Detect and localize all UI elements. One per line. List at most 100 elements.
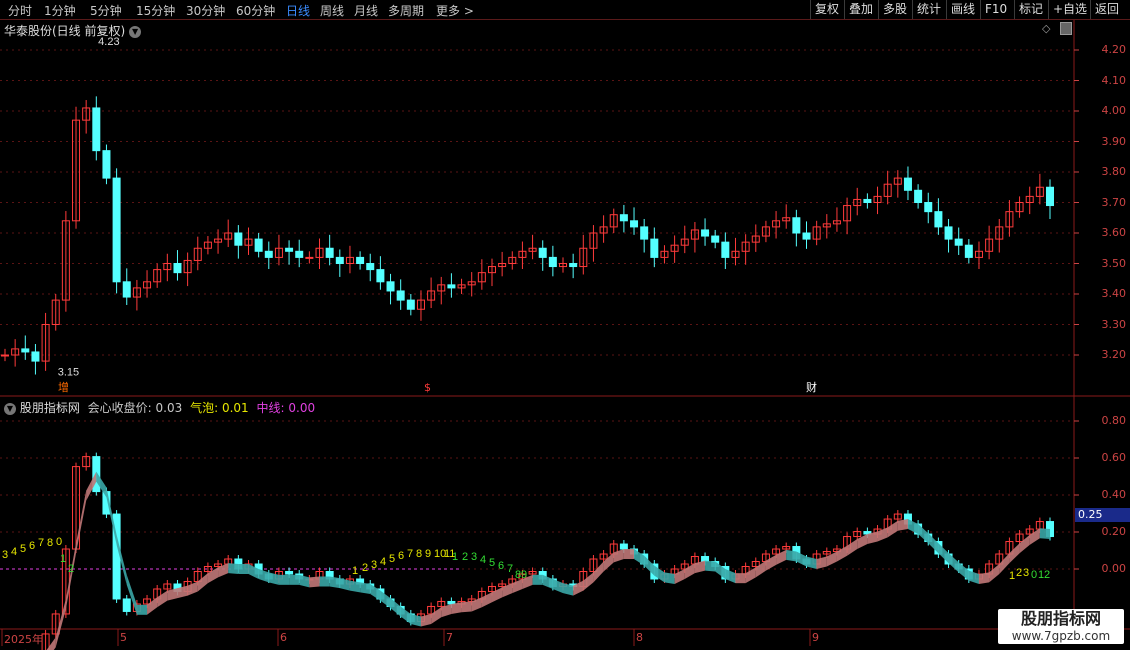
sequence-number: 4: [380, 556, 386, 568]
ribbon-segment: [654, 565, 665, 583]
ribbon-segment: [512, 578, 523, 594]
indicator-body: [122, 598, 131, 612]
sequence-number: 5: [489, 557, 495, 569]
ribbon-segment: [218, 563, 229, 578]
candle-body: [305, 256, 314, 259]
ribbon-segment: [46, 637, 56, 650]
sequence-number: 1: [452, 551, 458, 563]
candle-body: [254, 238, 263, 252]
ribbon-segment: [55, 598, 66, 648]
date-tick-label: 2025年: [4, 633, 43, 646]
candle-body: [630, 220, 639, 228]
ribbon-segment: [786, 549, 797, 562]
ribbon-segment: [268, 572, 279, 585]
indicator-body: [619, 543, 628, 550]
ribbon-segment: [593, 561, 604, 583]
ribbon-segment: [410, 613, 421, 627]
ribbon-segment: [694, 560, 706, 574]
ribbon-segment: [806, 556, 817, 570]
candle-body: [376, 269, 385, 283]
ribbon-segment: [147, 597, 158, 615]
ribbon-segment: [349, 580, 361, 593]
ribbon-segment: [258, 569, 269, 583]
candle-body: [21, 348, 30, 353]
ribbon-segment: [573, 580, 584, 596]
ribbon-segment: [796, 551, 807, 567]
ribbon-segment: [664, 572, 675, 584]
ribbon-segment: [583, 572, 594, 591]
candle-body: [447, 284, 456, 289]
candle-body: [701, 229, 710, 237]
candle-body: [964, 244, 973, 258]
ribbon-segment: [918, 524, 929, 544]
ribbon-segment: [491, 587, 503, 603]
sequence-number: 8: [416, 548, 422, 560]
ribbon-segment: [1039, 528, 1050, 540]
candle-body: [548, 256, 557, 268]
ribbon-segment: [1019, 534, 1030, 554]
ribbon-segment: [289, 574, 300, 585]
ribbon-segment: [968, 570, 979, 584]
ribbon-segment: [765, 554, 777, 571]
ribbon-segment: [136, 604, 148, 615]
ribbon-segment: [623, 549, 635, 560]
candle-body: [102, 150, 111, 179]
ribbon-segment: [319, 576, 330, 587]
indicator-body: [285, 570, 294, 575]
sequence-number: 9: [521, 569, 527, 581]
candle-body: [264, 250, 273, 258]
candle-body: [386, 281, 395, 292]
ribbon-segment: [674, 569, 685, 584]
ribbon-segment: [431, 607, 442, 624]
candle-body: [406, 299, 415, 310]
sequence-number: 1: [352, 565, 358, 577]
candle-body: [924, 202, 933, 213]
ribbon-segment: [420, 613, 432, 627]
candle-body: [325, 247, 334, 258]
sequence-number: 3: [471, 551, 477, 563]
candle-body: [954, 238, 963, 246]
watermark-title: 股朋指标网: [1020, 609, 1101, 628]
sequence-number: 6: [498, 560, 504, 572]
candle-body: [863, 198, 872, 203]
candle-body: [721, 241, 730, 258]
low-price-label: 3.15: [58, 366, 79, 378]
ribbon-segment: [532, 574, 543, 585]
sequence-number: 3: [2, 549, 8, 561]
sequence-number: 0: [1031, 569, 1037, 581]
sequence-number: 1: [1009, 570, 1015, 582]
ribbon-segment: [65, 543, 77, 609]
date-tick-label: 6: [280, 631, 287, 644]
candle-body: [234, 232, 243, 246]
ribbon-segment: [278, 574, 290, 585]
ribbon-segment: [836, 545, 848, 562]
date-tick-label: 7: [446, 631, 453, 644]
event-marker-finance: 财: [806, 380, 817, 394]
ribbon-segment: [755, 560, 766, 578]
sequence-number: 4: [480, 554, 486, 566]
sequence-number: 9: [425, 548, 431, 560]
ribbon-segment: [197, 573, 208, 592]
ribbon-segment: [380, 590, 391, 609]
candle-body: [356, 256, 365, 264]
sequence-number: 2: [68, 563, 74, 575]
event-marker-increase: 增: [58, 380, 69, 394]
ribbon-segment: [481, 592, 492, 608]
candle-body: [914, 189, 923, 204]
sequence-number: 6: [398, 550, 404, 562]
ribbon-segment: [390, 598, 401, 617]
chart-canvas[interactable]: 4.233.15增 $ 财3 4 5 6 7 8 012 1 2 3 4 5 6 7 8 9 10111 2 3 4 5 6 7…: [0, 0, 1130, 650]
ribbon-segment: [542, 574, 553, 589]
date-tick-label: 9: [812, 631, 819, 644]
candle-body: [802, 232, 811, 240]
watermark-url: www.7gpzb.com: [1011, 629, 1111, 643]
sequence-number: 3: [371, 559, 377, 571]
candle-body: [92, 107, 101, 152]
sequence-number: 3: [1023, 567, 1029, 579]
ribbon-segment: [715, 561, 726, 579]
ribbon-segment: [776, 549, 787, 565]
ribbon-segment: [613, 549, 624, 563]
sequence-number: 8: [47, 537, 53, 549]
site-watermark: 股朋指标网 www.7gpzb.com: [998, 609, 1124, 644]
sequence-number: 2: [1016, 567, 1022, 579]
